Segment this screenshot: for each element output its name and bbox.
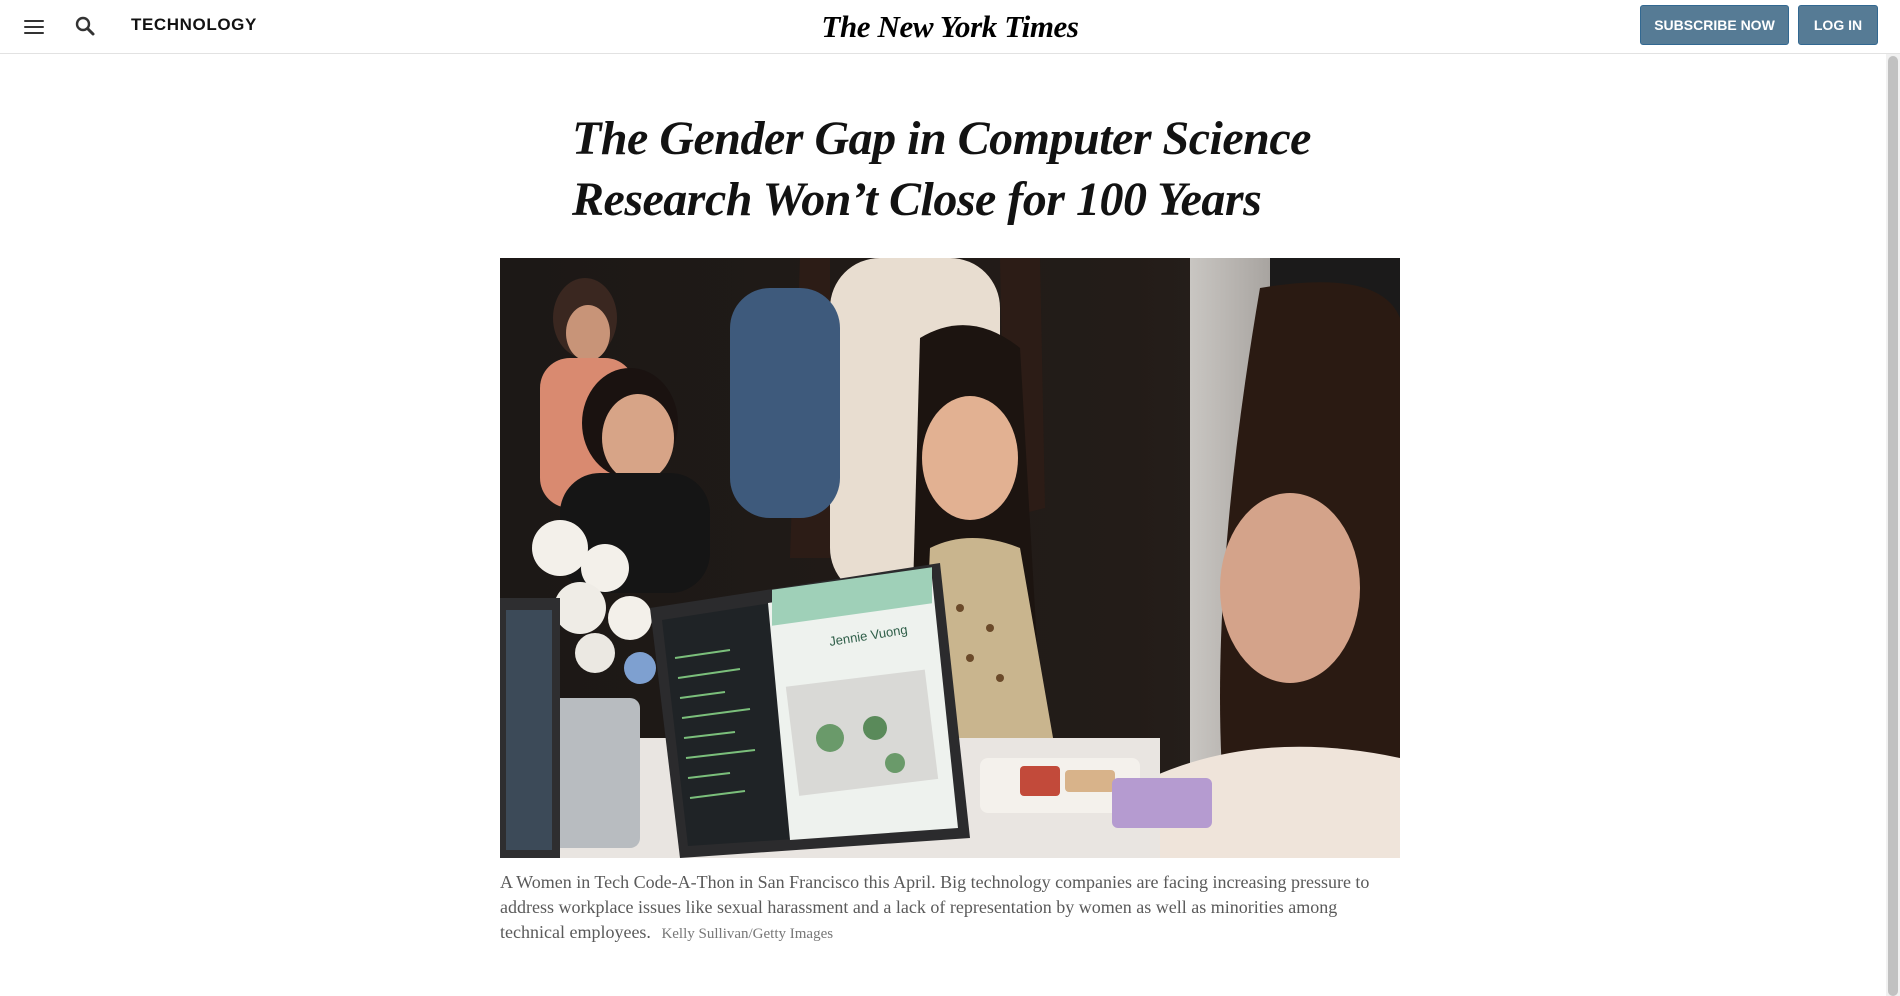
caption-text: A Women in Tech Code-A-Thon in San Franc…: [500, 872, 1370, 942]
photo-credit: Kelly Sullivan/Getty Images: [661, 926, 834, 942]
menu-icon[interactable]: [20, 14, 48, 40]
photo-illustration: Jennie Vuong: [500, 258, 1400, 858]
article-photo: Jennie Vuong: [500, 258, 1400, 858]
login-button[interactable]: LOG IN: [1798, 5, 1878, 45]
search-icon[interactable]: [73, 14, 99, 40]
scrollbar[interactable]: [1886, 54, 1900, 996]
photo-caption: A Women in Tech Code-A-Thon in San Franc…: [500, 870, 1400, 947]
section-link-technology[interactable]: TECHNOLOGY: [131, 15, 257, 35]
article-headline: The Gender Gap in Computer Science Resea…: [572, 112, 1311, 226]
subscribe-button[interactable]: SUBSCRIBE NOW: [1640, 5, 1789, 45]
site-header: TECHNOLOGY The New York Times SUBSCRIBE …: [0, 0, 1900, 54]
scrollbar-thumb[interactable]: [1888, 56, 1898, 996]
page: TECHNOLOGY The New York Times SUBSCRIBE …: [0, 0, 1900, 996]
nyt-logo[interactable]: The New York Times: [821, 9, 1079, 45]
